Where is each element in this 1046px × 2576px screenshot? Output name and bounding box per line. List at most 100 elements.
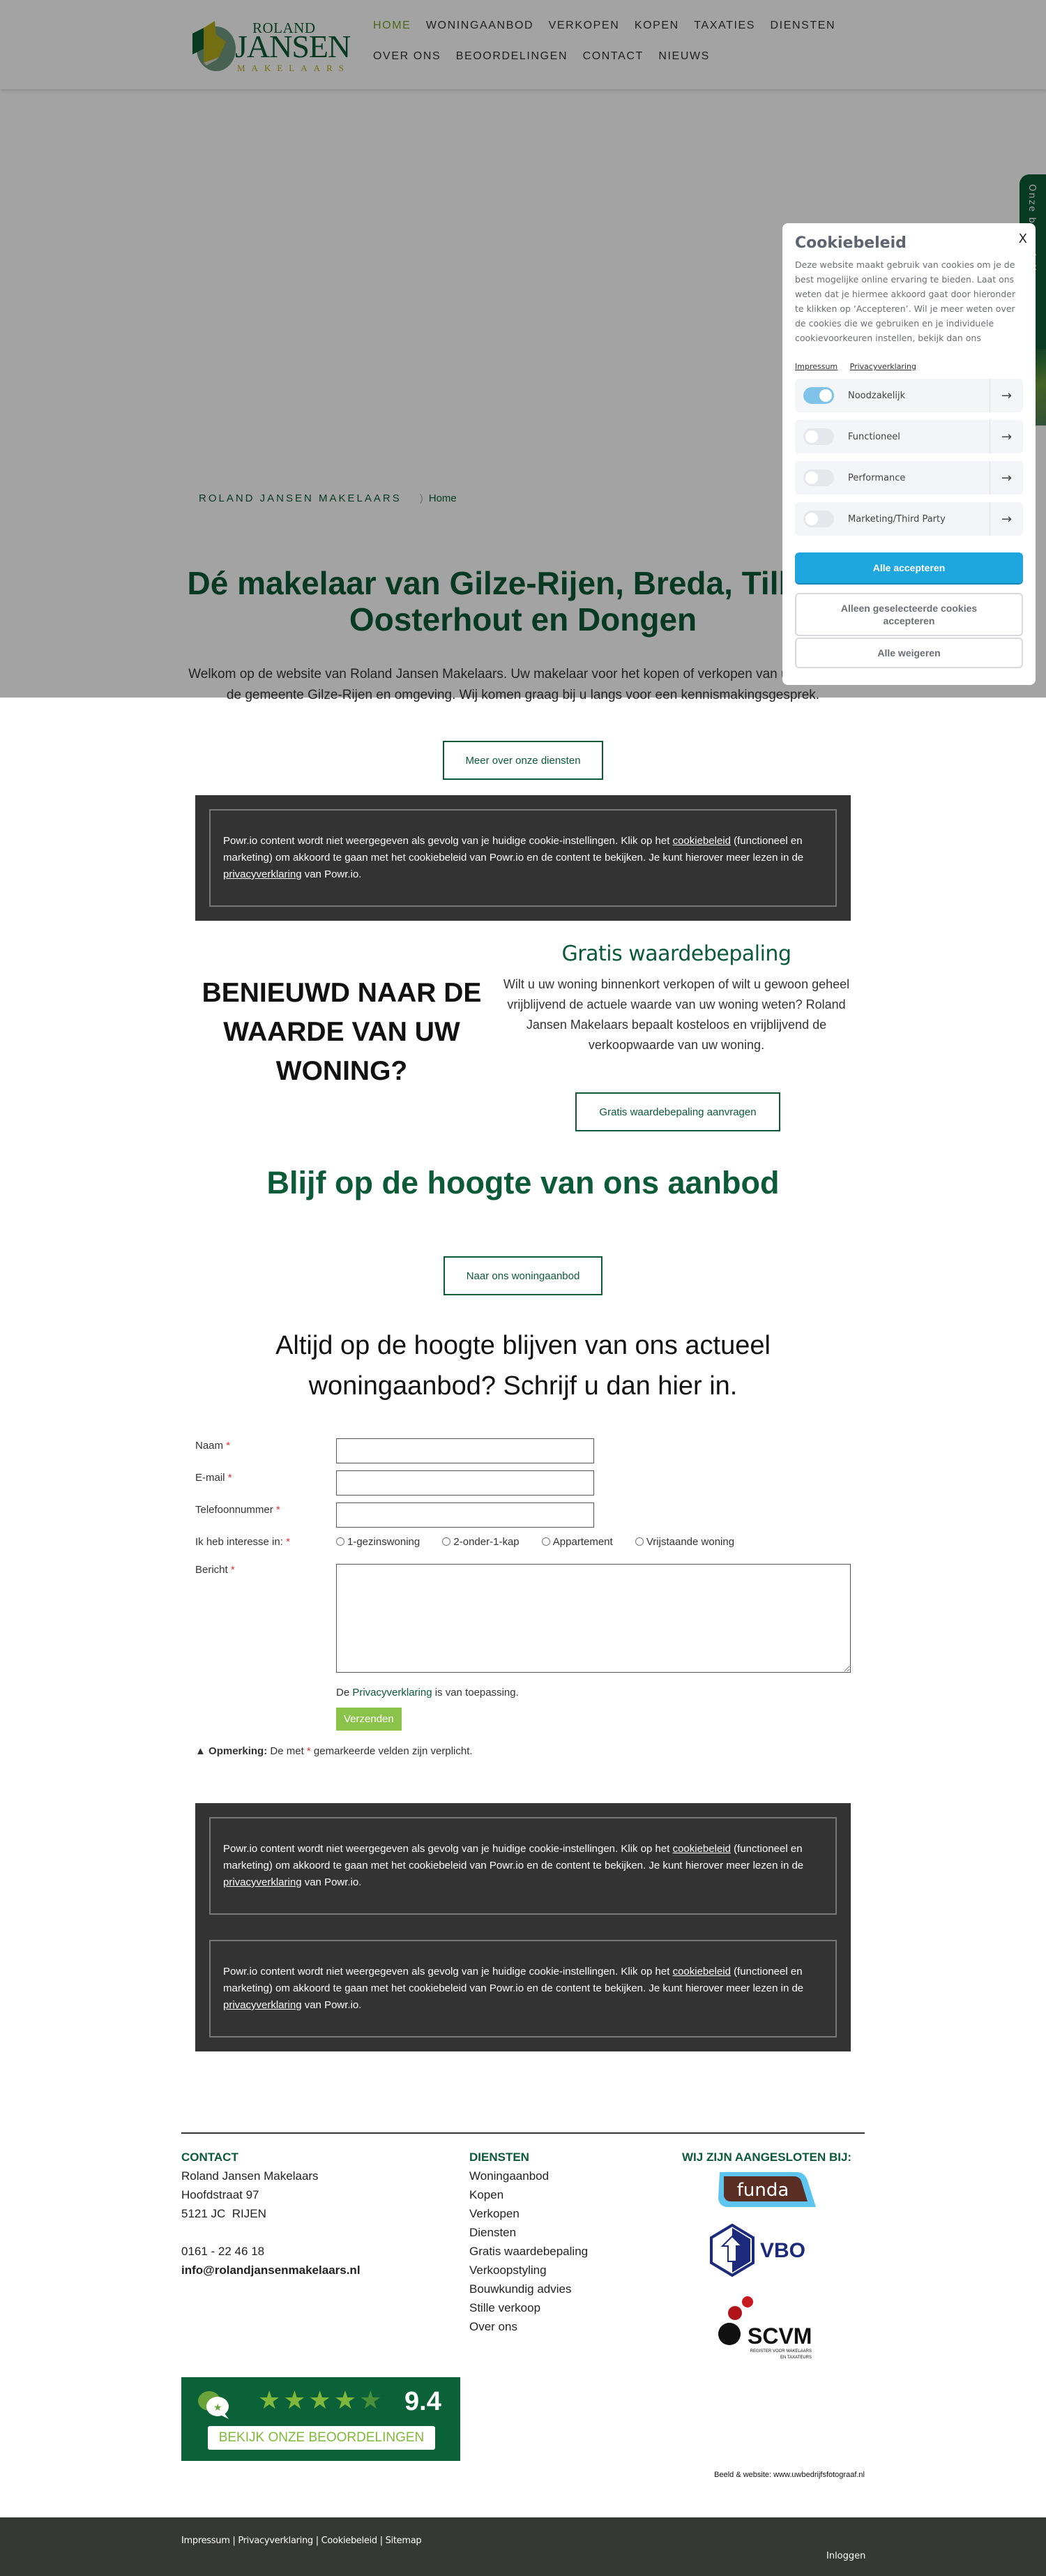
phone-field[interactable] — [336, 1502, 594, 1528]
valuation-block: Gratis waardebepaling Wilt u uw woning b… — [502, 935, 851, 1055]
privacyverklaring-link[interactable]: privacyverklaring — [223, 1999, 302, 2011]
svg-text:funda: funda — [737, 2180, 789, 2201]
category-label: Functioneel — [848, 431, 900, 442]
rating-score: 9.4 — [404, 2387, 441, 2416]
hero-text: Welkom op de website van Roland Jansen M… — [188, 667, 858, 702]
close-icon[interactable]: X — [1019, 232, 1027, 246]
cookie-category-performance: Performance → — [795, 461, 1023, 495]
privacy-link[interactable]: Privacyverklaring — [238, 2536, 313, 2546]
footer-services: DIENSTEN Woningaanbod Kopen Verkopen Die… — [469, 2148, 588, 2336]
privacyverklaring-link[interactable]: privacyverklaring — [223, 1876, 302, 1888]
footer-link-kopen[interactable]: Kopen — [469, 2185, 588, 2204]
form-row-phone: Telefoonnummer * — [195, 1500, 851, 1532]
toggle-marketing[interactable] — [803, 511, 834, 527]
accept-all-button[interactable]: Alle accepteren — [795, 552, 1023, 583]
subscribe-form: Naam * E-mail * Telefoonnummer * Ik heb … — [195, 1436, 851, 1757]
privacy-note: De Privacyverklaring is van toepassing. — [336, 1687, 519, 1698]
aanbod-title: Blijf op de hoogte van ons aanbod — [266, 1165, 780, 1200]
toggle-noodzakelijk[interactable] — [803, 387, 834, 404]
sitemap-link[interactable]: Sitemap — [386, 2536, 422, 2546]
vbo-logo[interactable]: VBO — [710, 2224, 821, 2277]
cookie-category-noodzakelijk: Noodzakelijk → — [795, 379, 1023, 412]
valuation-heading: BENIEUWD NAAR DE WAARDE VAN UW WONING? — [202, 978, 482, 1086]
scvm-logo[interactable]: SCVM REGISTER VOOR MAKELAARS EN TAXATEUR… — [717, 2295, 821, 2362]
cookiebeleid-link[interactable]: cookiebeleid — [673, 1843, 731, 1855]
valuation-button[interactable]: Gratis waardebepaling aanvragen — [575, 1092, 780, 1131]
toggle-performance[interactable] — [803, 469, 834, 486]
message-textarea[interactable] — [336, 1564, 851, 1673]
radio-1-gezinswoning[interactable]: 1-gezinswoning — [336, 1536, 430, 1548]
cookie-text: Deze website maakt gebruik van cookies o… — [795, 259, 1016, 343]
footer-email-link[interactable]: info@rolandjansenmakelaars.nl — [181, 2261, 361, 2280]
arrow-right-icon[interactable]: → — [990, 502, 1023, 536]
footer-link-diensten[interactable]: Diensten — [469, 2223, 588, 2242]
footer-phone-link[interactable]: 0161 - 22 46 18 — [181, 2242, 361, 2261]
arrow-right-icon[interactable]: → — [990, 379, 1023, 412]
login-link[interactable]: Inloggen — [826, 2551, 865, 2561]
footer-link-woningaanbod[interactable]: Woningaanbod — [469, 2167, 588, 2185]
impressum-link[interactable]: Impressum — [181, 2536, 230, 2546]
toggle-functioneel[interactable] — [803, 428, 834, 445]
footer-link-stille-verkoop[interactable]: Stille verkoop — [469, 2298, 588, 2317]
footer-link-over-ons[interactable]: Over ons — [469, 2317, 588, 2336]
category-label: Noodzakelijk — [848, 390, 906, 401]
reject-all-button[interactable]: Alle weigeren — [795, 638, 1023, 668]
form-row-name: Naam * — [195, 1436, 851, 1468]
footer-link-verkopen[interactable]: Verkopen — [469, 2204, 588, 2223]
privacyverklaring-link[interactable]: privacyverklaring — [223, 868, 302, 880]
radio-icon[interactable] — [635, 1537, 644, 1546]
cookie-title: Cookiebeleid — [795, 234, 907, 252]
rating-stars-icon: ★★★★★ — [258, 2386, 385, 2414]
svg-text:VBO: VBO — [760, 2239, 805, 2262]
radio-icon[interactable] — [541, 1537, 550, 1546]
valuation-text: Wilt u uw woning binnenkort verkopen of … — [503, 977, 850, 1052]
form-row-interest: Ik heb interesse in: * 1-gezinswoning 2-… — [195, 1532, 851, 1560]
footer-link-bouwkundig[interactable]: Bouwkundig advies — [469, 2280, 588, 2298]
cookiebeleid-link[interactable]: cookiebeleid — [673, 1966, 731, 1978]
footer-link-waardebepaling[interactable]: Gratis waardebepaling — [469, 2242, 588, 2261]
category-label: Marketing/Third Party — [848, 513, 946, 525]
required-remark: ▲ Opmerking: De met * gemarkeerde velden… — [195, 1745, 473, 1757]
arrow-right-icon[interactable]: → — [990, 420, 1023, 453]
svg-text:SCVM: SCVM — [748, 2323, 812, 2349]
site-credit[interactable]: Beeld & website: www.uwbedrijfsfotograaf… — [628, 2471, 865, 2479]
arrow-right-icon[interactable]: → — [990, 461, 1023, 495]
footer-link-verkoopstyling[interactable]: Verkoopstyling — [469, 2261, 588, 2280]
powr-notice: Powr.io content wordt niet weergegeven a… — [195, 1926, 851, 2051]
name-field[interactable] — [336, 1438, 594, 1463]
cookiebeleid-link[interactable]: Cookiebeleid — [321, 2536, 378, 2546]
bottom-bar: Impressum | Privacyverklaring | Cookiebe… — [0, 2517, 1046, 2576]
aanbod-button[interactable]: Naar ons woningaanbod — [444, 1256, 602, 1295]
funda-logo[interactable]: funda — [713, 2171, 817, 2208]
radio-icon[interactable] — [336, 1537, 344, 1546]
subscribe-title: Altijd op de hoogte blijven van ons actu… — [275, 1331, 771, 1401]
footer-affiliations: WIJ ZIJN AANGESLOTEN BIJ: — [682, 2148, 856, 2167]
radio-2-onder-1-kap[interactable]: 2-onder-1-kap — [442, 1536, 529, 1548]
warning-icon: ▲ — [195, 1745, 206, 1757]
reviews-button[interactable]: BEKIJK ONZE BEOORDELINGEN — [208, 2426, 435, 2450]
footer-divider — [181, 2132, 865, 2134]
review-badge[interactable]: ★ ★★★★★ 9.4 BEKIJK ONZE BEOORDELINGEN — [181, 2377, 460, 2461]
footer-services-title: DIENSTEN — [469, 2151, 529, 2164]
submit-button[interactable]: Verzenden — [336, 1708, 402, 1731]
legal-links: Impressum | Privacyverklaring | Cookiebe… — [181, 2536, 422, 2546]
cookie-category-marketing: Marketing/Third Party → — [795, 502, 1023, 536]
privacy-link[interactable]: Privacyverklaring — [352, 1687, 432, 1698]
footer-contact: CONTACT Roland Jansen Makelaars Hoofdstr… — [181, 2148, 361, 2280]
footer-affiliations-title: WIJ ZIJN AANGESLOTEN BIJ: — [682, 2151, 852, 2164]
powr-notice: Powr.io content wordt niet weergegeven a… — [195, 1803, 851, 1929]
services-button[interactable]: Meer over onze diensten — [443, 741, 603, 780]
accept-selected-button[interactable]: Alleen geselecteerde cookies accepteren — [795, 593, 1023, 636]
radio-icon[interactable] — [442, 1537, 451, 1546]
cookiebeleid-link[interactable]: cookiebeleid — [673, 835, 731, 847]
svg-text:REGISTER VOOR MAKELAARS: REGISTER VOOR MAKELAARS — [750, 2349, 812, 2353]
footer-contact-title: CONTACT — [181, 2151, 238, 2164]
interest-radio-group: 1-gezinswoning 2-onder-1-kap Appartement… — [336, 1536, 754, 1548]
cookie-privacy-link[interactable]: Privacyverklaring — [850, 362, 916, 371]
radio-vrijstaande-woning[interactable]: Vrijstaande woning — [635, 1536, 744, 1548]
cookie-impressum-link[interactable]: Impressum — [795, 362, 837, 371]
radio-appartement[interactable]: Appartement — [541, 1536, 623, 1548]
powr-notice: Powr.io content wordt niet weergegeven a… — [195, 795, 851, 921]
email-field[interactable] — [336, 1470, 594, 1496]
svg-text:EN TAXATEURS: EN TAXATEURS — [780, 2356, 812, 2360]
